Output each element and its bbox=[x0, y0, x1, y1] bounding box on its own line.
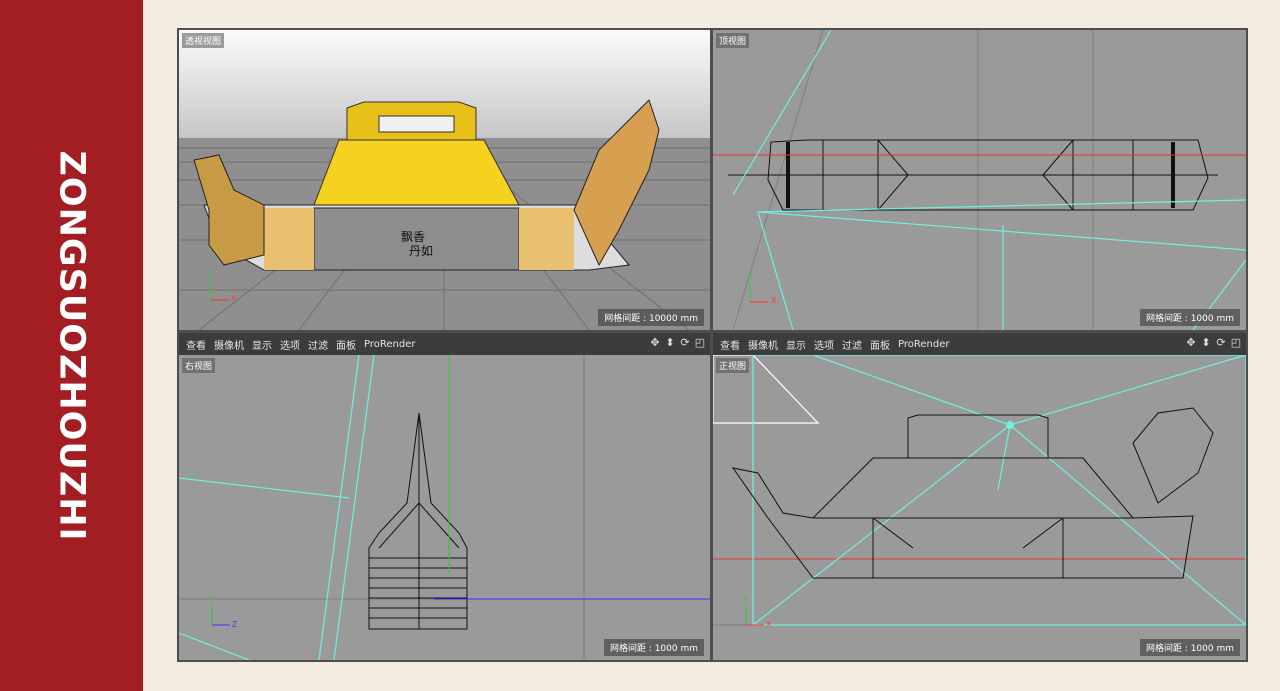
menu-options[interactable]: 选项 bbox=[280, 337, 300, 352]
menu-filter[interactable]: 过滤 bbox=[842, 337, 862, 352]
move-icon[interactable]: ✥ bbox=[649, 337, 661, 349]
viewport-label: 顶视图 bbox=[716, 33, 750, 48]
grid-spacing-label: 网格间距 : 1000 mm bbox=[603, 639, 704, 656]
front-viewport[interactable]: 查看 摄像机 显示 选项 过滤 面板 ProRender ✥ ⬍ ⟳ ◰ 正视图… bbox=[713, 333, 1246, 660]
maximize-icon[interactable]: ◰ bbox=[1230, 337, 1242, 349]
viewport-menu-bar: 查看 摄像机 显示 选项 过滤 面板 ProRender ✥ ⬍ ⟳ ◰ bbox=[713, 333, 1246, 355]
move-icon[interactable]: ✥ bbox=[1185, 337, 1197, 349]
menu-view[interactable]: 查看 bbox=[186, 337, 206, 352]
axis-y-label: Y bbox=[208, 270, 214, 279]
rotate-icon[interactable]: ⟳ bbox=[1215, 337, 1227, 349]
menu-view[interactable]: 查看 bbox=[720, 337, 740, 352]
axis-x-label: X bbox=[766, 620, 772, 629]
axis-y-label: Y bbox=[743, 595, 749, 604]
grid-spacing-label: 网格间距 : 10000 mm bbox=[598, 309, 704, 326]
rotate-icon[interactable]: ⟳ bbox=[679, 337, 691, 349]
menu-panel[interactable]: 面板 bbox=[336, 337, 356, 352]
menu-display[interactable]: 显示 bbox=[786, 337, 806, 352]
viewport-tools: ✥ ⬍ ⟳ ◰ bbox=[649, 337, 706, 349]
viewport-menu-bar: 查看 摄像机 显示 选项 过滤 面板 ProRender ✥ ⬍ ⟳ ◰ bbox=[179, 333, 710, 355]
axis-y-label: Y bbox=[209, 595, 215, 604]
menu-filter[interactable]: 过滤 bbox=[308, 337, 328, 352]
menu-panel[interactable]: 面板 bbox=[870, 337, 890, 352]
menu-prorender[interactable]: ProRender bbox=[898, 339, 949, 350]
menu-display[interactable]: 显示 bbox=[252, 337, 272, 352]
viewport-workspace: 透视视图 飘香 丹如 Y X 网格间距 : 10000 mm 顶视图 Z X 网… bbox=[177, 28, 1248, 662]
axis-z-label: Z bbox=[747, 272, 752, 281]
top-viewport[interactable]: 顶视图 Z X 网格间距 : 1000 mm bbox=[713, 30, 1246, 330]
axis-x-label: X bbox=[231, 294, 237, 303]
menu-camera[interactable]: 摄像机 bbox=[214, 337, 244, 352]
axis-z-label: Z bbox=[232, 620, 237, 629]
maximize-icon[interactable]: ◰ bbox=[694, 337, 706, 349]
grid-spacing-label: 网格间距 : 1000 mm bbox=[1139, 309, 1240, 326]
axis-x-label: X bbox=[771, 296, 777, 305]
viewport-label: 右视图 bbox=[182, 358, 216, 373]
arrow-icon[interactable]: ⬍ bbox=[1200, 337, 1212, 349]
model-text-2: 丹如 bbox=[409, 244, 434, 258]
viewport-label: 透视视图 bbox=[182, 33, 225, 48]
menu-camera[interactable]: 摄像机 bbox=[748, 337, 778, 352]
perspective-viewport[interactable]: 透视视图 飘香 丹如 Y X 网格间距 : 10000 mm bbox=[179, 30, 710, 330]
grid-spacing-label: 网格间距 : 1000 mm bbox=[1139, 639, 1240, 656]
brand-vertical-text: ZONGSUOZHOUZHI bbox=[51, 149, 92, 542]
right-viewport[interactable]: 查看 摄像机 显示 选项 过滤 面板 ProRender ✥ ⬍ ⟳ ◰ 右视图… bbox=[179, 333, 710, 660]
viewport-tools: ✥ ⬍ ⟳ ◰ bbox=[1185, 337, 1242, 349]
viewport-label: 正视图 bbox=[716, 358, 750, 373]
menu-prorender[interactable]: ProRender bbox=[364, 339, 415, 350]
arrow-icon[interactable]: ⬍ bbox=[664, 337, 676, 349]
menu-options[interactable]: 选项 bbox=[814, 337, 834, 352]
